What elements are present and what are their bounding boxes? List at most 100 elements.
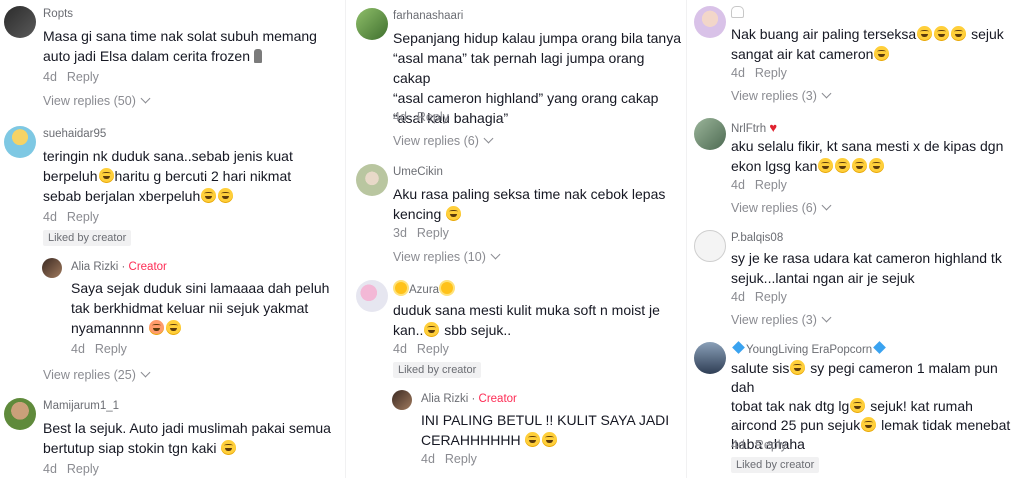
comment-text-line: sejuk...lantai ngan air je sejuk — [731, 270, 915, 286]
woozy-emoji-icon — [818, 158, 834, 173]
comment-username[interactable]: YoungLiving EraPopcorn — [731, 341, 887, 356]
comment-meta: 4d Reply — [393, 342, 449, 356]
sunflower-icon — [441, 282, 454, 294]
comment-text-line: nyamannnn — [71, 320, 145, 336]
comment-username[interactable]: suehaidar95 — [43, 128, 106, 140]
woozy-emoji-icon — [874, 46, 890, 61]
comment-username[interactable]: P.balqis08 — [731, 232, 783, 244]
comment-text-line: auto jadi Elsa dalam cerita frozen — [43, 48, 250, 64]
avatar[interactable] — [694, 118, 726, 150]
liked-by-creator-badge: Liked by creator — [731, 457, 820, 473]
comment-username[interactable]: Azura — [393, 282, 455, 296]
comment-column-2: farhanashaari Sepanjang hidup kalau jump… — [352, 0, 684, 478]
reply-username[interactable]: Alia Rizki · Creator — [71, 261, 167, 273]
heart-icon: ♥ — [769, 120, 778, 135]
reply-button[interactable]: Reply — [417, 110, 449, 124]
avatar[interactable] — [356, 280, 388, 312]
laughing-emoji-icon — [850, 398, 866, 413]
chevron-down-icon — [821, 88, 832, 99]
chevron-down-icon — [483, 133, 494, 144]
reply-button[interactable]: Reply — [755, 290, 787, 304]
avatar[interactable] — [694, 230, 726, 262]
reply-button[interactable]: Reply — [445, 452, 477, 466]
comment-text-line: aku selalu fikir, kt sana mesti x de kip… — [731, 138, 1004, 154]
timestamp: 4d — [43, 210, 57, 224]
comment-username[interactable]: Mamijarum1_1 — [43, 400, 119, 412]
comment-item: Ropts Masa gi sana time nak solat subuh … — [4, 6, 340, 110]
reply-button[interactable]: Reply — [755, 66, 787, 80]
comment-text-line: lemak tidak menebat — [877, 417, 1011, 433]
comment-text: aku selalu fikir, kt sana mesti x de kip… — [731, 136, 1003, 176]
avatar[interactable] — [392, 390, 412, 410]
comment-item: farhanashaari Sepanjang hidup kalau jump… — [356, 8, 684, 152]
avatar[interactable] — [356, 164, 388, 196]
reply-button[interactable]: Reply — [417, 226, 449, 240]
comment-text-line: aircond 25 pun sejuk — [731, 417, 861, 433]
comment-username[interactable] — [731, 6, 744, 20]
reply-button[interactable]: Reply — [755, 438, 787, 452]
comment-username[interactable]: UmeCikin — [393, 166, 443, 178]
reply-button[interactable]: Reply — [67, 70, 99, 84]
chevron-down-icon — [490, 249, 501, 260]
avatar[interactable] — [694, 342, 726, 374]
liked-by-creator-badge: Liked by creator — [43, 230, 132, 246]
avatar[interactable] — [4, 398, 36, 430]
comment-username[interactable]: farhanashaari — [393, 10, 463, 22]
laughing-emoji-icon — [917, 26, 933, 41]
comment-meta: 4d Reply — [43, 462, 99, 476]
comment-item: suehaidar95 teringin nk duduk sana..seba… — [4, 126, 340, 246]
view-replies-button[interactable]: View replies (50) — [43, 93, 151, 108]
reply-button[interactable]: Reply — [417, 342, 449, 356]
chevron-down-icon — [821, 312, 832, 323]
comment-item: P.balqis08 sy je ke rasa udara kat camer… — [694, 230, 1024, 330]
comment-text-line: kencing — [393, 206, 442, 222]
timestamp: 4d — [731, 438, 745, 452]
avatar[interactable] — [42, 258, 62, 278]
comment-text: teringin nk duduk sana..sebab jenis kuat… — [43, 146, 293, 206]
view-replies-label: View replies (10) — [393, 250, 486, 264]
comment-text-line: tobat tak nak dtg lg — [731, 398, 850, 414]
comment-text-line: berpeluh — [43, 168, 98, 184]
view-replies-button[interactable]: View replies (10) — [393, 249, 501, 264]
comment-username[interactable]: Ropts — [43, 8, 73, 20]
timestamp: 4d — [43, 70, 57, 84]
comment-username[interactable]: NrlFtrh ♥ — [731, 120, 777, 135]
comment-meta: 4d Reply — [393, 110, 449, 124]
avatar[interactable] — [4, 126, 36, 158]
reply-button[interactable]: Reply — [67, 210, 99, 224]
avatar[interactable] — [694, 6, 726, 38]
username-label: Alia Rizki — [421, 393, 469, 405]
woozy-emoji-icon — [835, 158, 851, 173]
comment-text-line: sejuk — [967, 26, 1004, 42]
reply-button[interactable]: Reply — [67, 462, 99, 476]
comment-text-line: ekon lgsg kan — [731, 158, 818, 174]
chevron-down-icon — [821, 200, 832, 211]
view-replies-button[interactable]: View replies (6) — [731, 200, 832, 215]
laughing-emoji-icon — [218, 188, 234, 203]
reply-username[interactable]: Alia Rizki · Creator — [421, 393, 517, 405]
avatar[interactable] — [356, 8, 388, 40]
username-label: Alia Rizki — [71, 261, 119, 273]
view-replies-button[interactable]: View replies (25) — [43, 367, 151, 382]
avatar[interactable] — [4, 6, 36, 38]
reply-button[interactable]: Reply — [755, 178, 787, 192]
creator-badge: Creator — [478, 393, 517, 405]
chevron-down-icon — [140, 93, 151, 104]
view-replies-button[interactable]: View replies (3) — [731, 88, 832, 103]
view-replies-label: View replies (6) — [731, 201, 817, 215]
sunflower-icon — [395, 282, 407, 294]
username-label: Azura — [409, 284, 440, 296]
diamond-icon — [732, 341, 745, 354]
view-replies-button[interactable]: View replies (6) — [393, 133, 494, 148]
reply-button[interactable]: Reply — [95, 342, 127, 356]
timestamp: 4d — [731, 178, 745, 192]
comment-meta: 4d Reply — [731, 66, 787, 80]
chevron-down-icon — [140, 367, 151, 378]
comment-text-line: sejuk! kat rumah — [866, 398, 973, 414]
comment-meta: 4d Reply — [731, 290, 787, 304]
comment-item: Mamijarum1_1 Best la sejuk. Auto jadi mu… — [4, 398, 340, 478]
comment-text-line: “asal cameron highland” yang orang cakap — [393, 90, 659, 106]
view-replies-button[interactable]: View replies (3) — [731, 312, 832, 327]
comment-text: Aku rasa paling seksa time nak cebok lep… — [393, 184, 665, 224]
view-replies-label: View replies (3) — [731, 313, 817, 327]
